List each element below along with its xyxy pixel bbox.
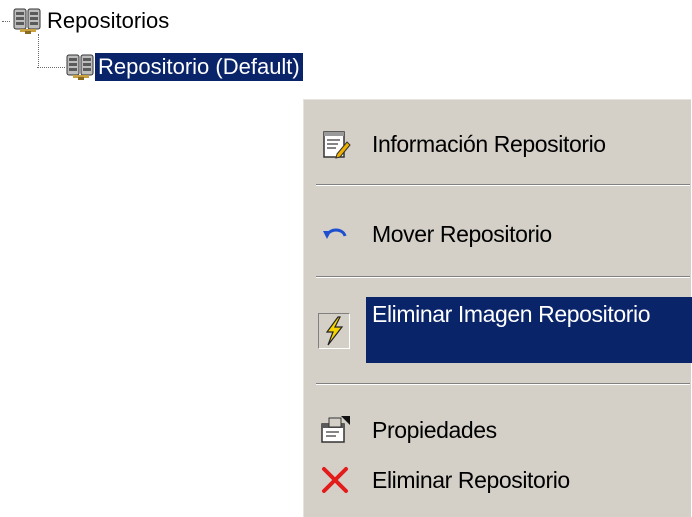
- menu-label-eliminar-repositorio: Eliminar Repositorio: [372, 466, 570, 493]
- notepad-edit-icon: [319, 128, 351, 160]
- database-cluster-icon: [65, 53, 109, 81]
- undo-arrow-icon: [319, 218, 351, 250]
- tree-label-selected: Repositorio (Default): [95, 53, 303, 81]
- lightning-icon: [316, 311, 352, 351]
- menu-label-informacion: Información Repositorio: [372, 130, 606, 157]
- menu-separator: [316, 276, 690, 278]
- menu-label-propiedades: Propiedades: [372, 416, 497, 443]
- tree-node-repositorio-default[interactable]: Repositorio (Default): [33, 52, 303, 82]
- tree-label-root: Repositorios: [47, 8, 170, 33]
- menu-label-eliminar-imagen: Eliminar Imagen Repositorio: [372, 301, 651, 327]
- properties-icon: [319, 414, 351, 446]
- menu-item-eliminar-imagen-repositorio[interactable]: Eliminar Imagen Repositorio: [304, 297, 692, 363]
- red-x-icon: [319, 464, 351, 496]
- menu-item-mover-repositorio[interactable]: Mover Repositorio: [304, 210, 692, 258]
- tree-dash: [37, 66, 63, 68]
- repository-tree: Repositorios Repositorio (Default): [0, 0, 692, 100]
- menu-separator: [316, 184, 690, 186]
- context-menu: Información Repositorio Mover Repositori…: [303, 99, 692, 517]
- database-cluster-icon: [12, 7, 56, 35]
- menu-item-informacion-repositorio[interactable]: Información Repositorio: [304, 120, 692, 168]
- tree-dash: [2, 20, 10, 22]
- menu-label-mover: Mover Repositorio: [372, 220, 552, 247]
- menu-separator: [316, 383, 690, 385]
- tree-node-repositorios[interactable]: Repositorios: [0, 6, 172, 36]
- menu-item-eliminar-repositorio[interactable]: Eliminar Repositorio: [304, 456, 692, 504]
- menu-item-propiedades[interactable]: Propiedades: [304, 406, 692, 454]
